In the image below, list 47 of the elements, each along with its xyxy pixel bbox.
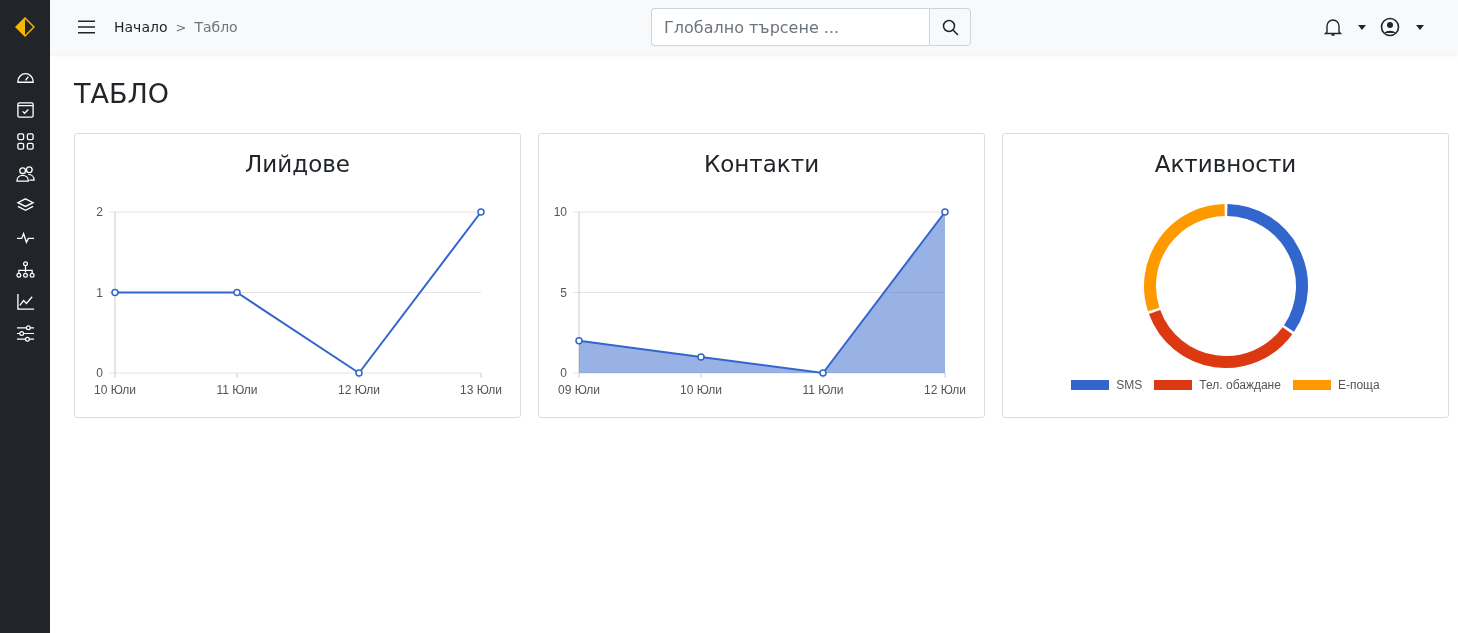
page-title: ТАБЛО (74, 78, 171, 109)
axis-tick-label: 5 (560, 285, 567, 300)
user-avatar-icon[interactable] (1380, 17, 1400, 37)
axis-tick-label: 10 Юли (680, 383, 722, 397)
menu-icon[interactable] (78, 20, 95, 34)
bell-icon[interactable] (1324, 17, 1342, 37)
axis-tick-label: 09 Юли (558, 383, 600, 397)
search-icon (941, 18, 959, 36)
axis-tick-label: 12 Юли (924, 383, 966, 397)
search-field[interactable]: Глобално търсене ... (651, 8, 929, 46)
axis-tick-label: 1 (96, 285, 103, 300)
data-point (819, 369, 827, 377)
legend-label: Е-поща (1337, 378, 1380, 392)
data-point (355, 369, 363, 377)
data-point (477, 208, 485, 216)
breadcrumb-link[interactable]: Начало (114, 19, 168, 35)
data-point (697, 353, 705, 361)
calendar-check-icon[interactable] (15, 100, 35, 119)
axis-tick-label: 0 (96, 366, 103, 380)
sliders-icon[interactable] (15, 324, 35, 343)
axis-tick-label: 10 Юли (94, 383, 136, 397)
breadcrumb-current-page: Табло (194, 19, 238, 35)
data-point (941, 208, 949, 216)
axis-tick-label: 11 Юли (802, 383, 844, 397)
hierarchy-icon[interactable] (15, 260, 35, 279)
axis-tick-label: 10 (553, 205, 567, 219)
legend-label: SMS (1116, 378, 1143, 392)
data-point (575, 337, 583, 345)
axis-tick-label: 12 Юли (338, 383, 380, 397)
data-point (111, 288, 119, 297)
search-button[interactable] (929, 8, 971, 46)
axis-tick-label: 0 (560, 366, 567, 380)
breadcrumb-separator: > (175, 19, 187, 35)
axis-tick-label: 2 (96, 205, 103, 219)
caret-icon[interactable] (1358, 24, 1366, 30)
card-title: Контакти (702, 151, 821, 177)
data-point (233, 288, 241, 297)
card-title: Активности (1153, 151, 1298, 177)
users-icon[interactable] (15, 164, 35, 183)
grid-icon[interactable] (15, 132, 35, 151)
axis-tick-label: 11 Юли (216, 383, 258, 397)
card-title: Лийдове (244, 151, 351, 177)
caret-icon[interactable] (1416, 24, 1424, 30)
logo-icon[interactable] (14, 16, 36, 38)
line-chart-icon[interactable] (15, 292, 35, 311)
axis-tick-label: 13 Юли (460, 383, 502, 397)
legend-label: Тел. обаждане (1199, 378, 1281, 392)
